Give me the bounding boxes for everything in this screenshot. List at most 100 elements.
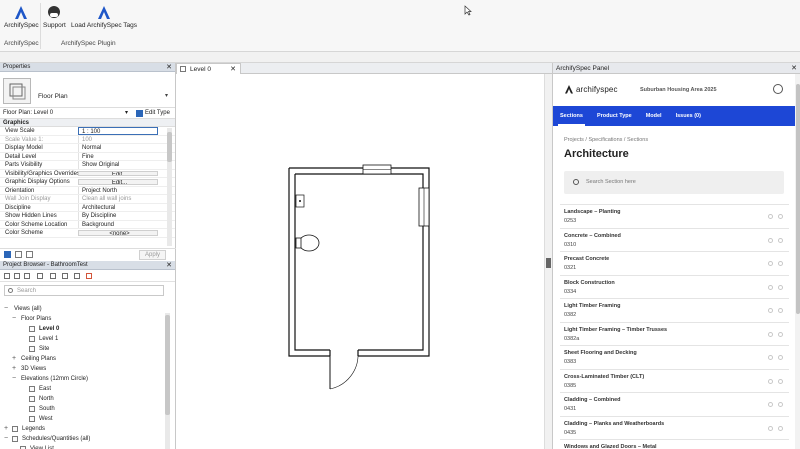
archifyspec-scroll-thumb[interactable] [796,84,800,314]
archifyspec-logo[interactable]: archifyspec [564,84,618,94]
support-button[interactable]: Support [43,4,66,29]
status-circle-icon[interactable] [778,214,783,219]
type-selector[interactable]: Floor Plan ▾ [0,72,175,108]
status-circle-icon[interactable] [768,378,773,384]
properties-scrollbar[interactable] [167,128,172,246]
tree-item[interactable]: East [0,384,166,394]
tree-item[interactable]: + Ceiling Plans [0,354,166,364]
section-item[interactable]: Cross-Laminated Timber (CLT) 0385 [560,368,789,393]
tree-item[interactable]: − Floor Plans [0,314,166,324]
tab-issues-0[interactable]: Issues (0) [669,106,708,126]
property-value[interactable]: Project North [78,186,158,194]
tree-item[interactable]: Site [0,344,166,354]
status-circle-icon[interactable] [768,237,773,243]
load-tags-button[interactable]: Load ArchifySpec Tags [71,4,137,29]
status-circle-icon[interactable] [778,237,783,243]
expand-icon[interactable]: + [12,364,16,374]
canvas-scrollbar[interactable] [544,74,552,449]
chevron-down-icon[interactable]: ▾ [125,108,128,119]
edit-type-button[interactable]: Edit Type [136,108,170,119]
tree-item[interactable]: +3D Views [0,364,166,374]
status-circle-icon[interactable] [778,308,783,313]
section-item[interactable]: Cladding – Combined 0431 [560,392,789,416]
property-value[interactable]: Fine [78,152,158,160]
project-name[interactable]: Suburban Housing Area 2025 [640,87,717,93]
browser-scrollbar[interactable] [165,313,170,449]
status-circle-icon[interactable] [768,331,773,337]
property-row[interactable]: Graphic Display Options Edit... [0,178,175,187]
collapse-icon[interactable]: − [12,314,16,324]
close-icon[interactable]: ✕ [166,261,172,270]
property-row[interactable]: View Scale 1 : 100 [0,127,175,136]
status-circle-icon[interactable] [768,261,773,266]
status-circle-icon[interactable] [768,425,773,431]
breadcrumb[interactable]: Projects / Specifications / Sections [564,137,648,143]
property-value[interactable]: By Discipline [78,212,158,220]
home-icon[interactable] [4,273,10,279]
section-item[interactable]: Windows and Glazed Doors – Metal [560,439,789,449]
archifyspec-button[interactable]: ArchifySpec [4,4,39,29]
section-item[interactable]: Block Construction 0334 [560,274,789,299]
tree-item[interactable]: West [0,414,166,424]
expand-icon[interactable]: + [4,424,8,434]
section-item[interactable]: Cladding – Planks and Weatherboards 0435 [560,415,789,440]
property-value[interactable]: 100 [78,135,158,143]
drawing-canvas[interactable] [176,74,546,449]
status-circle-icon[interactable] [768,355,773,360]
schedule-icon[interactable] [37,273,43,279]
tree-item[interactable]: South [0,404,166,414]
property-value[interactable]: 1 : 100 [78,127,158,135]
tab-product-type[interactable]: Product Type [590,106,639,126]
property-row[interactable]: Color Scheme Location Background [0,220,175,229]
tree-item[interactable]: Level 0 [0,324,166,334]
property-row[interactable]: Orientation Project North [0,186,175,195]
property-row[interactable]: Detail Level Fine [0,152,175,161]
property-value[interactable]: Background [78,220,158,228]
status-circle-icon[interactable] [778,402,783,407]
property-row[interactable]: Discipline Architectural [0,203,175,212]
graphics-group-header[interactable]: Graphics [0,119,175,127]
browser-scroll-thumb[interactable] [165,315,170,415]
properties-scroll-thumb[interactable] [167,132,172,162]
status-circle-icon[interactable] [778,355,783,360]
tab-sections[interactable]: Sections [553,106,590,126]
status-circle-icon[interactable] [768,308,773,313]
status-circle-icon[interactable] [778,331,783,337]
group-icon[interactable] [74,273,80,279]
property-row[interactable]: Color Scheme <none> [0,229,175,238]
property-row[interactable]: Display Model Normal [0,144,175,153]
status-circle-icon[interactable] [778,261,783,266]
tab-level-0[interactable]: Level 0 ✕ [176,63,241,74]
status-circle-icon[interactable] [778,284,783,290]
tree-item[interactable]: North [0,394,166,404]
section-item[interactable]: Light Timber Framing – Timber Trusses 038… [560,321,789,346]
legend-icon[interactable] [50,273,56,279]
browser-search-input[interactable]: Search [4,285,164,296]
view-icon[interactable] [14,273,20,279]
edit-button[interactable]: Edit... [78,170,158,176]
expand-icon[interactable]: + [12,354,16,364]
tree-item[interactable]: Level 1 [0,334,166,344]
link-icon[interactable] [86,273,92,279]
apply-button[interactable]: Apply [138,250,166,260]
tab-model[interactable]: Model [639,106,669,126]
section-item[interactable]: Sheet Flooring and Decking 0383 [560,345,789,369]
property-value[interactable]: <none> [78,230,158,236]
property-row[interactable]: Scale Value 1: 100 [0,135,175,144]
section-item[interactable]: Landscape – Planting 0253 [560,204,789,228]
family-icon[interactable] [62,273,68,279]
tree-item[interactable]: − Views (all) [0,304,166,314]
property-value[interactable]: Architectural [78,203,158,211]
tree-item[interactable]: − Elevations (12mm Circle) [0,374,166,384]
canvas-scroll-thumb[interactable] [546,258,551,268]
sheet-icon[interactable] [24,273,30,279]
property-row[interactable]: Wall Join Display Clean all wall joins [0,195,175,204]
collapse-icon[interactable]: − [4,434,8,444]
close-icon[interactable]: ✕ [791,63,797,74]
status-circle-icon[interactable] [778,378,783,384]
user-avatar-icon[interactable] [773,84,783,94]
collapse-icon[interactable]: − [12,374,16,384]
property-row[interactable]: Show Hidden Lines By Discipline [0,212,175,221]
tree-item[interactable]: + Legends [0,424,166,434]
collapse-icon[interactable]: − [4,304,8,314]
